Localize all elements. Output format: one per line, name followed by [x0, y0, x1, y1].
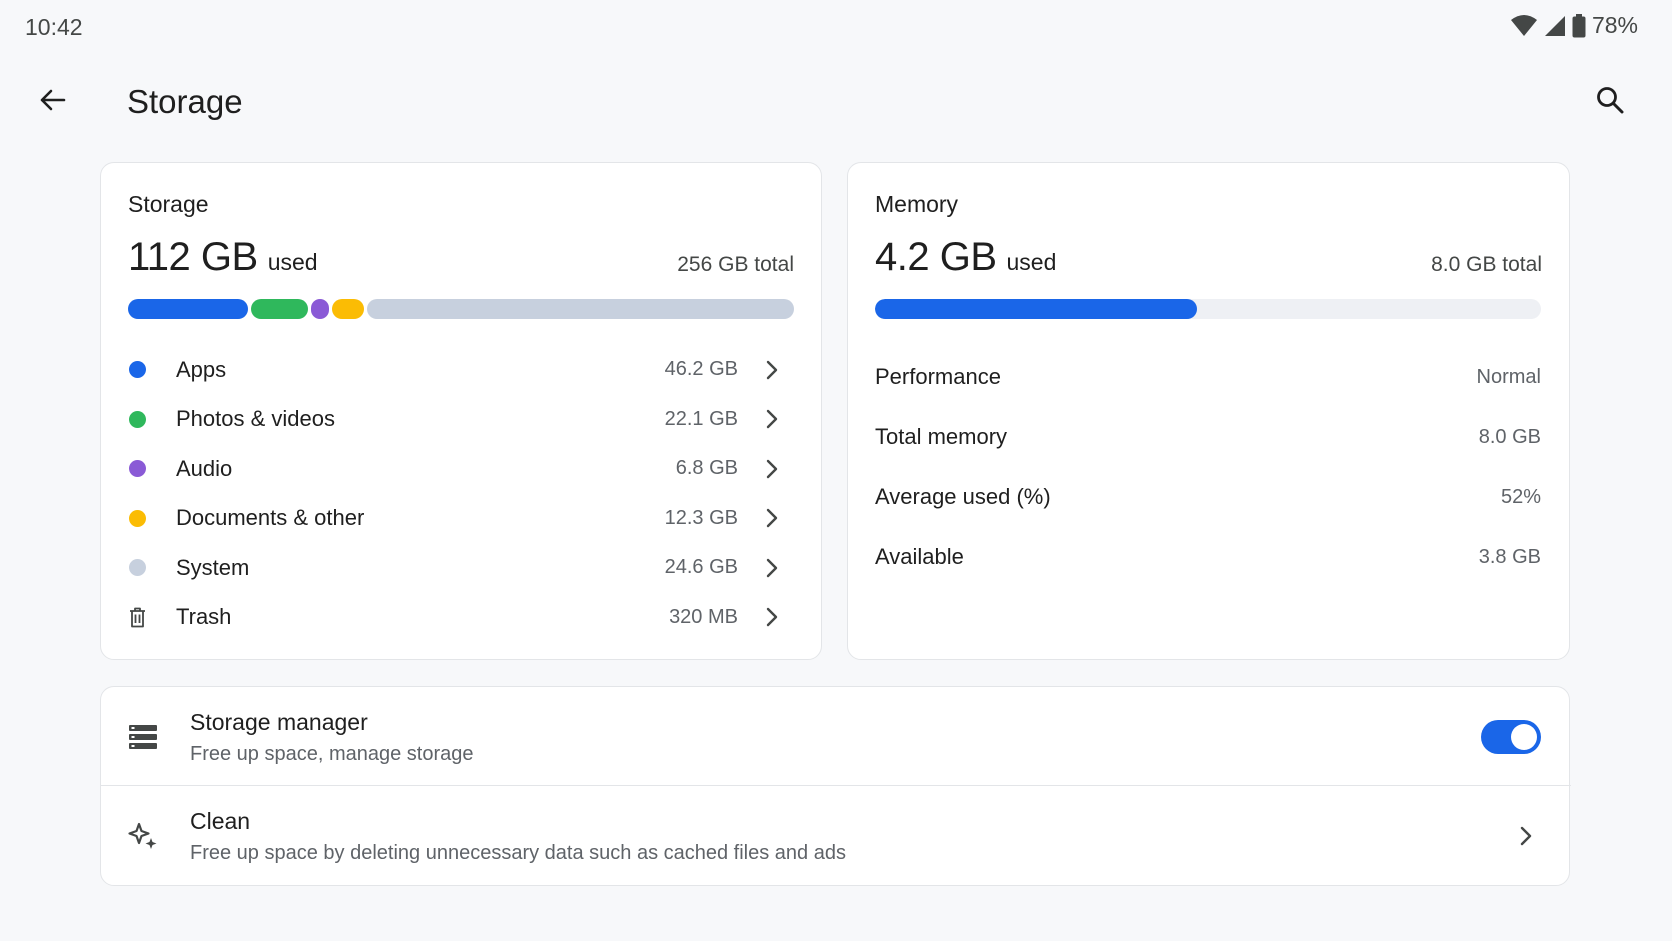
memory-stat-total-memory: Total memory 8.0 GB [875, 407, 1541, 467]
category-label: System [176, 554, 250, 580]
storage-usage-bar [128, 299, 794, 319]
memory-used-amount: 4.2 GB [875, 235, 997, 279]
category-size: 24.6 GB [664, 556, 738, 579]
storage-category-list: Apps 46.2 GB Photos & videos 22.1 GB Audio 6.… [128, 345, 794, 642]
category-color-dot [129, 410, 146, 428]
page-title: Storage [127, 83, 243, 120]
status-icons: 78% [1510, 12, 1638, 39]
memory-stat-value: 3.8 GB [1478, 545, 1541, 568]
memory-stat-value: 8.0 GB [1478, 425, 1541, 448]
memory-stat-label: Average used (%) [875, 484, 1051, 509]
cellular-signal-icon [1544, 15, 1566, 37]
category-color-dot [129, 559, 146, 577]
storage-segment-apps [128, 299, 248, 319]
sparkle-icon [127, 820, 159, 852]
memory-stat-value: 52% [1500, 485, 1541, 508]
memory-card: Memory 4.2 GB used 8.0 GB total Performa… [847, 162, 1570, 660]
storage-settings-card: Storage manager Free up space, manage st… [100, 686, 1571, 886]
category-size: 12.3 GB [664, 506, 738, 529]
category-label: Photos & videos [176, 406, 335, 432]
memory-used-suffix: used [1006, 249, 1057, 275]
storage-category-trash[interactable]: Trash 320 MB [128, 593, 794, 643]
category-label: Documents & other [176, 505, 365, 531]
storage-category-system[interactable]: System 24.6 GB [128, 543, 794, 593]
storage-card: Storage 112 GB used 256 GB total Apps 46.… [100, 162, 822, 660]
category-color-dot [129, 361, 146, 379]
storage-manager-row[interactable]: Storage manager Free up space, manage st… [101, 687, 1571, 786]
storage-segment-photos-videos [251, 299, 308, 319]
chevron-right-icon [1513, 823, 1539, 849]
storage-category-documents-other[interactable]: Documents & other 12.3 GB [128, 494, 794, 544]
back-button[interactable] [30, 80, 74, 124]
storage-manager-title: Storage manager [190, 709, 368, 735]
wifi-icon [1510, 14, 1538, 37]
clean-title: Clean [190, 808, 251, 834]
memory-card-title: Memory [875, 191, 959, 217]
memory-stat-value: Normal [1476, 365, 1541, 388]
arrow-back-icon [38, 86, 66, 119]
category-size: 22.1 GB [664, 407, 738, 430]
storage-card-title: Storage [128, 191, 209, 217]
category-color-dot [129, 509, 146, 527]
category-color-dot [129, 460, 146, 478]
memory-usage-fill [875, 299, 1198, 319]
chevron-right-icon [760, 605, 784, 629]
chevron-right-icon [760, 506, 784, 530]
search-icon [1596, 86, 1624, 119]
clean-subtitle: Free up space by deleting unnecessary da… [190, 842, 846, 864]
storage-segment-remaining [367, 299, 794, 319]
storage-category-apps[interactable]: Apps 46.2 GB [128, 345, 794, 395]
memory-stat-label: Total memory [875, 424, 1008, 449]
memory-stat-label: Performance [875, 364, 1001, 389]
chevron-right-icon [760, 457, 784, 481]
storage-used: 112 GB used [128, 235, 318, 280]
storage-category-photos-videos[interactable]: Photos & videos 22.1 GB [128, 395, 794, 445]
memory-total: 8.0 GB total [1431, 253, 1542, 276]
memory-usage-bar [875, 299, 1541, 319]
memory-used: 4.2 GB used [875, 235, 1056, 280]
status-bar: 10:42 78% [0, 0, 1672, 56]
chevron-right-icon [760, 407, 784, 431]
category-size: 46.2 GB [664, 358, 738, 381]
memory-stat-average-used: Average used (%) 52% [875, 467, 1541, 527]
category-label: Trash [176, 604, 232, 630]
chevron-right-icon [760, 358, 784, 382]
toggle-knob [1511, 724, 1537, 750]
memory-stat-list: Performance Normal Total memory 8.0 GB Avera… [875, 347, 1541, 587]
storage-manager-icon [127, 721, 159, 753]
trash-icon [128, 606, 147, 628]
battery-icon [1572, 13, 1586, 38]
memory-stat-label: Available [875, 544, 964, 569]
battery-percent: 78% [1591, 12, 1638, 38]
category-size: 320 MB [669, 605, 738, 628]
storage-category-audio[interactable]: Audio 6.8 GB [128, 444, 794, 494]
memory-stat-performance: Performance Normal [875, 347, 1541, 407]
status-time: 10:42 [25, 14, 83, 40]
app-bar: Storage [0, 66, 1672, 138]
category-label: Apps [176, 356, 227, 382]
storage-manager-toggle[interactable] [1481, 720, 1541, 754]
storage-used-suffix: used [267, 249, 318, 275]
clean-row[interactable]: Clean Free up space by deleting unnecess… [101, 786, 1571, 885]
storage-segment-documents-other [332, 299, 364, 319]
category-label: Audio [176, 455, 233, 481]
search-button[interactable] [1588, 80, 1632, 124]
memory-stat-available: Available 3.8 GB [875, 527, 1541, 587]
storage-segment-audio [311, 299, 329, 319]
storage-manager-subtitle: Free up space, manage storage [190, 743, 474, 765]
category-size: 6.8 GB [675, 457, 738, 480]
storage-total: 256 GB total [677, 253, 794, 276]
storage-used-amount: 112 GB [128, 235, 258, 279]
chevron-right-icon [760, 556, 784, 580]
